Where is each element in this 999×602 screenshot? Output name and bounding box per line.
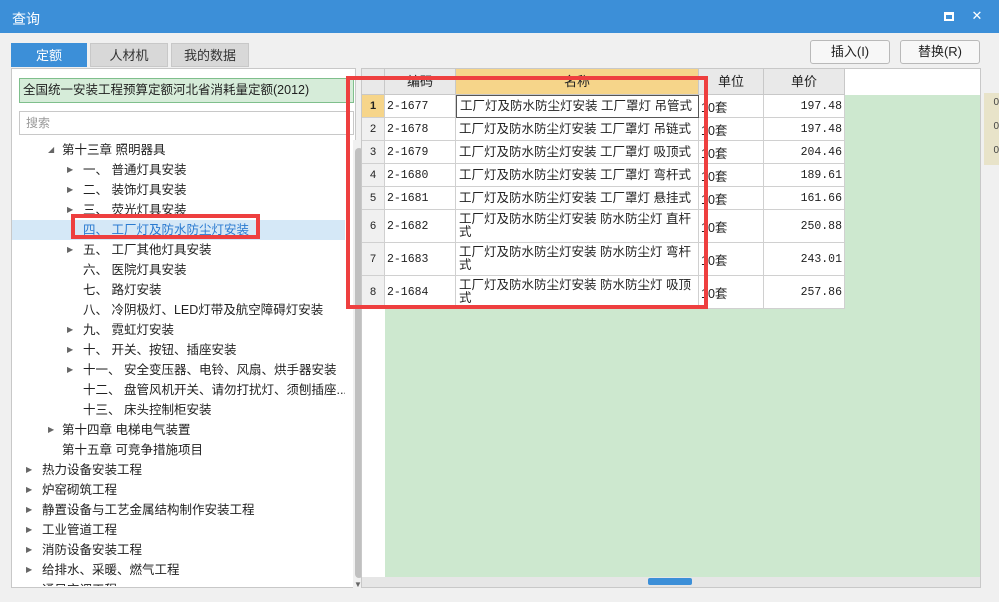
column-header-unit[interactable]: 单位 [699, 69, 764, 95]
edge-values: 0 0 0 [984, 93, 999, 165]
cell-price[interactable]: 204.46 [764, 141, 845, 164]
expanded-arrow-icon[interactable]: ◢ [48, 140, 58, 160]
tree-node-label: 消防设备安装工程 [42, 543, 143, 557]
tree-node[interactable]: ▶ 消防设备安装工程 [12, 540, 345, 560]
tree-node-label: 八、 冷阴极灯、LED灯带及航空障碍灯安装 [83, 303, 324, 317]
tree-node[interactable]: ▶ 九、 霓虹灯安装 [12, 320, 345, 340]
cell-price[interactable]: 197.48 [764, 95, 845, 118]
maximize-icon[interactable] [941, 8, 957, 24]
highlight-box-results [346, 76, 708, 309]
tree-node[interactable]: ▶ 一、 普通灯具安装 [12, 160, 345, 180]
tree-node[interactable]: ▶ 静置设备与工艺金属结构制作安装工程 [12, 500, 345, 520]
tree-node-label: 五、 工厂其他灯具安装 [83, 243, 212, 257]
expand-arrow-icon[interactable]: ▶ [67, 240, 77, 260]
tree-node[interactable]: 六、 医院灯具安装 [12, 260, 345, 280]
tree-node-label: 静置设备与工艺金属结构制作安装工程 [42, 503, 255, 517]
tree-node[interactable]: ▶ 工业管道工程 [12, 520, 345, 540]
tree-node-label: 第十四章 电梯电气装置 [62, 423, 191, 437]
tree-node[interactable]: 十二、 盘管风机开关、请勿打扰灯、须刨插座... [12, 380, 345, 400]
left-panel: 全国统一安装工程预算定额河北省消耗量定额(2012) ◢ 第十三章 照明器具 ▶ 一、… [11, 68, 365, 589]
tree-node-label: 第十五章 可竞争措施项目 [62, 443, 203, 457]
tree-node-label: 十三、 床头控制柜安装 [83, 403, 212, 417]
quota-library-select[interactable]: 全国统一安装工程预算定额河北省消耗量定额(2012) [19, 78, 354, 103]
expand-arrow-icon[interactable]: ▶ [26, 500, 36, 520]
close-icon[interactable]: ✕ [969, 8, 985, 24]
tab-quota[interactable]: 定额 [11, 43, 87, 67]
cell-unit[interactable]: 10套 [699, 210, 764, 243]
expand-arrow-icon[interactable]: ▶ [26, 520, 36, 540]
cell-unit[interactable]: 10套 [699, 118, 764, 141]
cell-unit[interactable]: 10套 [699, 187, 764, 210]
tree-node[interactable]: 八、 冷阴极灯、LED灯带及航空障碍灯安装 [12, 300, 345, 320]
cell-unit[interactable]: 10套 [699, 164, 764, 187]
tree-node-label: 工业管道工程 [42, 523, 118, 537]
tree-node-label: 炉窑砌筑工程 [42, 483, 118, 497]
tree-node[interactable]: ▶ 给排水、采暖、燃气工程 [12, 560, 345, 580]
tree-node-label: 一、 普通灯具安装 [83, 163, 187, 177]
tree-node-label: 热力设备安装工程 [42, 463, 143, 477]
tree-node[interactable]: ◢ 第十三章 照明器具 [12, 140, 345, 160]
horizontal-scrollbar[interactable] [362, 577, 980, 587]
tree-node-label: 九、 霓虹灯安装 [83, 323, 174, 337]
tree-node[interactable]: ▶ 热力设备安装工程 [12, 460, 345, 480]
expand-arrow-icon[interactable]: ▶ [26, 560, 36, 580]
tree-node[interactable]: ▶ 炉窑砌筑工程 [12, 480, 345, 500]
tree-node-label: 第十三章 照明器具 [62, 143, 166, 157]
cell-unit[interactable]: 10套 [699, 276, 764, 309]
tree-node[interactable]: 十三、 床头控制柜安装 [12, 400, 345, 420]
tab-my-data[interactable]: 我的数据 [171, 43, 249, 67]
tree-node-label: 十一、 安全变压器、电铃、风扇、烘手器安装 [83, 363, 337, 377]
column-header-price[interactable]: 单价 [764, 69, 845, 95]
expand-arrow-icon[interactable]: ▶ [67, 360, 77, 380]
tree-node-label: 七、 路灯安装 [83, 283, 162, 297]
tree-node[interactable]: ▶ 五、 工厂其他灯具安装 [12, 240, 345, 260]
expand-arrow-icon[interactable]: ▶ [26, 480, 36, 500]
search-input[interactable] [19, 111, 354, 135]
insert-button[interactable]: 插入(I) [810, 40, 890, 64]
expand-arrow-icon[interactable]: ▶ [26, 460, 36, 480]
tree-node-label: 十、 开关、按钮、插座安装 [83, 343, 237, 357]
expand-arrow-icon[interactable]: ▶ [67, 160, 77, 180]
cell-unit[interactable]: 10套 [699, 95, 764, 118]
cell-price[interactable]: 257.86 [764, 276, 845, 309]
edge-value: 0 [984, 117, 999, 141]
edge-value: 0 [984, 141, 999, 165]
expand-arrow-icon[interactable]: ▶ [67, 180, 77, 200]
tree-node-label: 给排水、采暖、燃气工程 [42, 563, 180, 577]
tree-node[interactable]: ▶ 第十四章 电梯电气装置 [12, 420, 345, 440]
tree-node-label: 通风空调工程 [42, 580, 117, 586]
cell-price[interactable]: 161.66 [764, 187, 845, 210]
cell-price[interactable]: 243.01 [764, 243, 845, 276]
tree-node[interactable]: 七、 路灯安装 [12, 280, 345, 300]
window-title: 查询 [12, 11, 40, 27]
cell-price[interactable]: 197.48 [764, 118, 845, 141]
tree-node-label: 二、 装饰灯具安装 [83, 183, 187, 197]
title-bar: 查询 ✕ [0, 0, 999, 33]
expand-arrow-icon[interactable]: ▶ [67, 320, 77, 340]
highlight-box-selected-node [71, 214, 260, 239]
tree-node[interactable]: ▶ 通风空调工程 [12, 580, 345, 586]
tree-node[interactable]: ▶ 十一、 安全变压器、电铃、风扇、烘手器安装 [12, 360, 345, 380]
tree-node[interactable]: ▶ 二、 装饰灯具安装 [12, 180, 345, 200]
replace-button[interactable]: 替换(R) [900, 40, 980, 64]
cell-unit[interactable]: 10套 [699, 243, 764, 276]
cell-price[interactable]: 250.88 [764, 210, 845, 243]
tree-node-label: 六、 医院灯具安装 [83, 263, 187, 277]
tree-node[interactable]: ▶ 十、 开关、按钮、插座安装 [12, 340, 345, 360]
cell-price[interactable]: 189.61 [764, 164, 845, 187]
tree-node[interactable]: 第十五章 可竞争措施项目 [12, 440, 345, 460]
expand-arrow-icon[interactable]: ▶ [48, 420, 58, 440]
scroll-thumb-horizontal[interactable] [648, 578, 692, 585]
tree-node-label: 十二、 盘管风机开关、请勿打扰灯、须刨插座... [83, 383, 345, 397]
edge-value: 0 [984, 93, 999, 117]
chapter-tree: ◢ 第十三章 照明器具 ▶ 一、 普通灯具安装 ▶ 二、 装饰灯具安装 ▶ 三、 荧光灯具安装… [12, 140, 345, 586]
expand-arrow-icon[interactable]: ▶ [67, 340, 77, 360]
tab-labor-material[interactable]: 人材机 [90, 43, 168, 67]
expand-arrow-icon[interactable]: ▶ [26, 580, 36, 586]
expand-arrow-icon[interactable]: ▶ [26, 540, 36, 560]
cell-unit[interactable]: 10套 [699, 141, 764, 164]
